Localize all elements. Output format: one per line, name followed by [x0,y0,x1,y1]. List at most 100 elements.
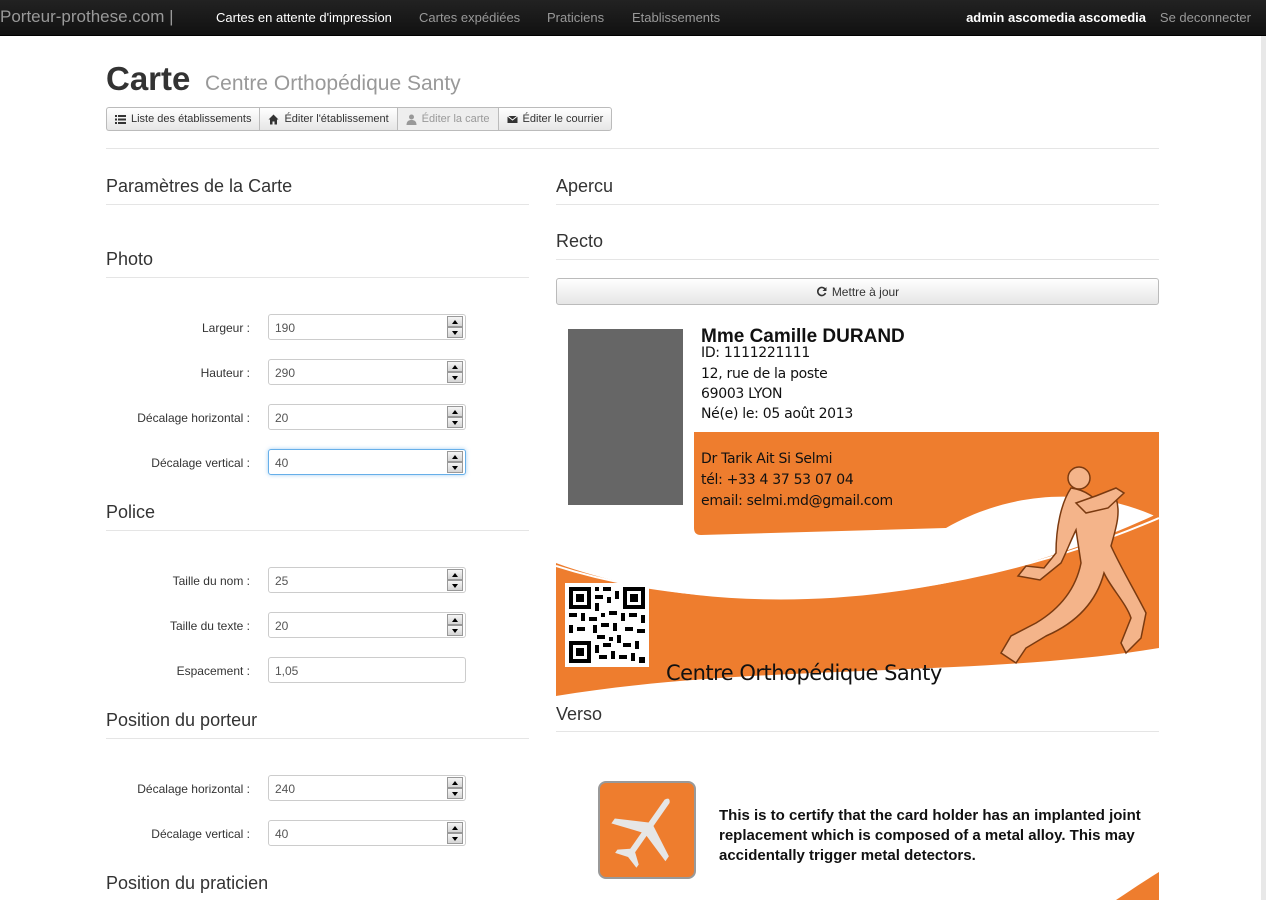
home-icon [268,114,279,124]
card-doctor-phone: tél: +33 4 37 53 07 04 [701,472,854,488]
spin-down-icon[interactable] [447,462,463,473]
porteur-section-title: Position du porteur [106,710,258,730]
name-size-value: 25 [275,574,289,588]
nav-item-cartes-attente[interactable]: Cartes en attente d'impression [216,10,392,25]
user-icon [406,114,417,125]
nav-item-etablissements[interactable]: Etablissements [632,10,720,25]
divider [106,530,529,531]
photo-offset-x-label: Décalage horizontal : [137,411,250,425]
card-birth-date: Né(e) le: 05 août 2013 [701,406,853,422]
spin-up-icon[interactable] [447,406,463,417]
spin-down-icon[interactable] [447,788,463,799]
card-address-line1: 12, rue de la poste [701,366,828,382]
params-title: Paramètres de la Carte [106,176,293,196]
spin-up-icon[interactable] [447,777,463,788]
holder-offset-y-label: Décalage vertical : [151,827,250,841]
card-holder-id: ID: 1111221111 [701,345,810,361]
qr-code-icon [565,583,649,667]
photo-width-stepper[interactable]: 190 [268,314,466,340]
edit-establishment-button[interactable]: Éditer l'établissement [259,107,397,131]
spin-down-icon[interactable] [447,625,463,636]
list-establishments-button[interactable]: Liste des établissements [106,107,260,131]
preview-title: Apercu [556,176,614,196]
text-size-value: 20 [275,619,289,633]
nav-item-praticiens[interactable]: Praticiens [547,10,604,25]
verso-title: Verso [556,704,603,724]
spin-up-icon[interactable] [447,361,463,372]
divider [106,277,529,278]
nav-item-cartes-expediees[interactable]: Cartes expédiées [419,10,520,25]
photo-offset-x-value: 20 [275,411,289,425]
update-button[interactable]: Mettre à jour [556,278,1159,305]
photo-height-value: 290 [275,366,296,380]
edit-card-button[interactable]: Éditer la carte [396,107,498,131]
photo-height-stepper[interactable]: 290 [268,359,466,385]
spin-down-icon[interactable] [447,833,463,844]
police-section-title: Police [106,502,156,522]
holder-offset-x-stepper[interactable]: 240 [268,775,466,801]
edit-letter-label: Éditer le courrier [522,113,604,125]
holder-offset-y-value: 40 [275,827,289,841]
spin-up-icon[interactable] [447,614,463,625]
spin-up-icon[interactable] [447,822,463,833]
praticien-section-title: Position du praticien [106,873,269,893]
spacing-input[interactable]: 1,05 [268,657,466,683]
edit-card-label: Éditer la carte [421,113,490,125]
card-center-name: Centre Orthopédique Santy [666,661,942,685]
scrollbar[interactable] [1261,36,1266,900]
envelope-icon [506,115,518,123]
refresh-icon [816,286,827,297]
update-label: Mettre à jour [831,284,900,299]
photo-offset-y-stepper[interactable]: 40 [268,449,466,475]
list-establishments-label: Liste des établissements [131,113,252,125]
spin-down-icon[interactable] [447,417,463,428]
text-size-label: Taille du texte : [169,619,250,633]
divider [556,259,1159,260]
divider [556,731,1159,732]
card-address-line2: 69003 LYON [701,386,783,402]
page-subtitle: Centre Orthopédique Santy [205,72,461,95]
user-name[interactable]: admin ascomedia ascomedia [966,10,1146,25]
divider [556,204,1159,205]
spacing-label: Espacement : [176,664,250,678]
divider [106,148,1159,149]
spin-down-icon[interactable] [447,327,463,338]
photo-section-title: Photo [106,249,154,269]
spin-up-icon[interactable] [447,451,463,462]
logout-link[interactable]: Se deconnecter [1160,10,1251,25]
holder-offset-x-value: 240 [275,782,296,796]
navbar: Porteur-prothese.com | Cartes en attente… [0,0,1266,36]
holder-offset-x-label: Décalage horizontal : [137,782,250,796]
photo-offset-x-stepper[interactable]: 20 [268,404,466,430]
action-button-group: Liste des établissements Éditer l'établi… [106,107,613,131]
photo-width-label: Largeur : [201,321,250,335]
photo-width-value: 190 [275,321,296,335]
spin-down-icon[interactable] [447,372,463,383]
photo-height-label: Hauteur : [200,366,250,380]
name-size-label: Taille du nom : [172,574,250,588]
photo-offset-y-label: Décalage vertical : [151,456,250,470]
card-doctor-name: Dr Tarik Ait Si Selmi [701,451,833,467]
spin-up-icon[interactable] [447,316,463,327]
photo-offset-y-value: 40 [275,456,289,470]
recto-title: Recto [556,231,604,251]
card-verso: This is to certify that the card holder … [556,740,1159,900]
name-size-stepper[interactable]: 25 [268,567,466,593]
verso-certification-text: This is to certify that the card holder … [719,807,1141,864]
divider [106,204,529,205]
card-doctor-email: email: selmi.md@gmail.com [701,493,893,509]
card-photo [568,329,683,505]
list-icon [115,114,126,124]
spin-down-icon[interactable] [447,580,463,591]
spacing-value: 1,05 [275,664,299,678]
edit-letter-button[interactable]: Éditer le courrier [497,107,613,131]
text-size-stepper[interactable]: 20 [268,612,466,638]
page-title: Carte [106,60,191,97]
divider [106,738,529,739]
edit-establishment-label: Éditer l'établissement [284,113,389,125]
brand-link[interactable]: Porteur-prothese.com | [0,7,174,27]
card-recto: Mme Camille DURAND ID: 1111221111 12, ru… [556,318,1159,696]
spin-up-icon[interactable] [447,569,463,580]
holder-offset-y-stepper[interactable]: 40 [268,820,466,846]
airplane-icon [598,781,696,879]
